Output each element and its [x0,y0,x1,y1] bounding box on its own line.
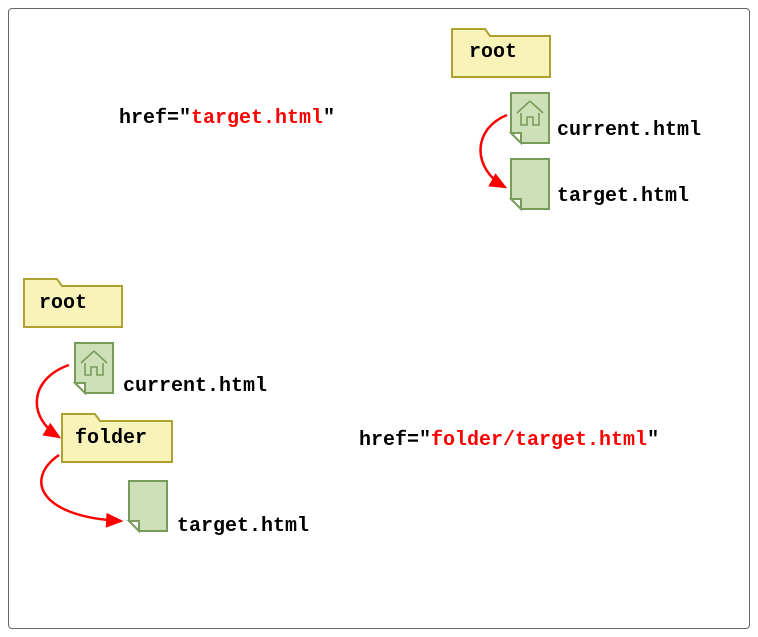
href-suffix: " [323,107,335,130]
current-label-2: current.html [123,375,267,398]
root-label-2: root [39,292,87,315]
target-label-2: target.html [177,515,309,538]
href-value: target.html [191,107,323,130]
href-prefix: href=" [359,429,431,452]
folder-label-2: folder [75,427,147,450]
href-label-1: href="target.html" [119,107,335,130]
arrow-2b [19,449,139,546]
href-value: folder/target.html [431,429,647,452]
diagram-frame: href="target.html" root current.html tar… [8,8,750,629]
href-prefix: href=" [119,107,191,130]
href-suffix: " [647,429,659,452]
arrow-1 [457,109,517,206]
root-label-1: root [469,41,517,64]
href-label-2: href="folder/target.html" [359,429,659,452]
current-file-icon-2 [71,341,117,404]
target-label-1: target.html [557,185,689,208]
arrow-2a [17,359,77,456]
current-label-1: current.html [557,119,701,142]
